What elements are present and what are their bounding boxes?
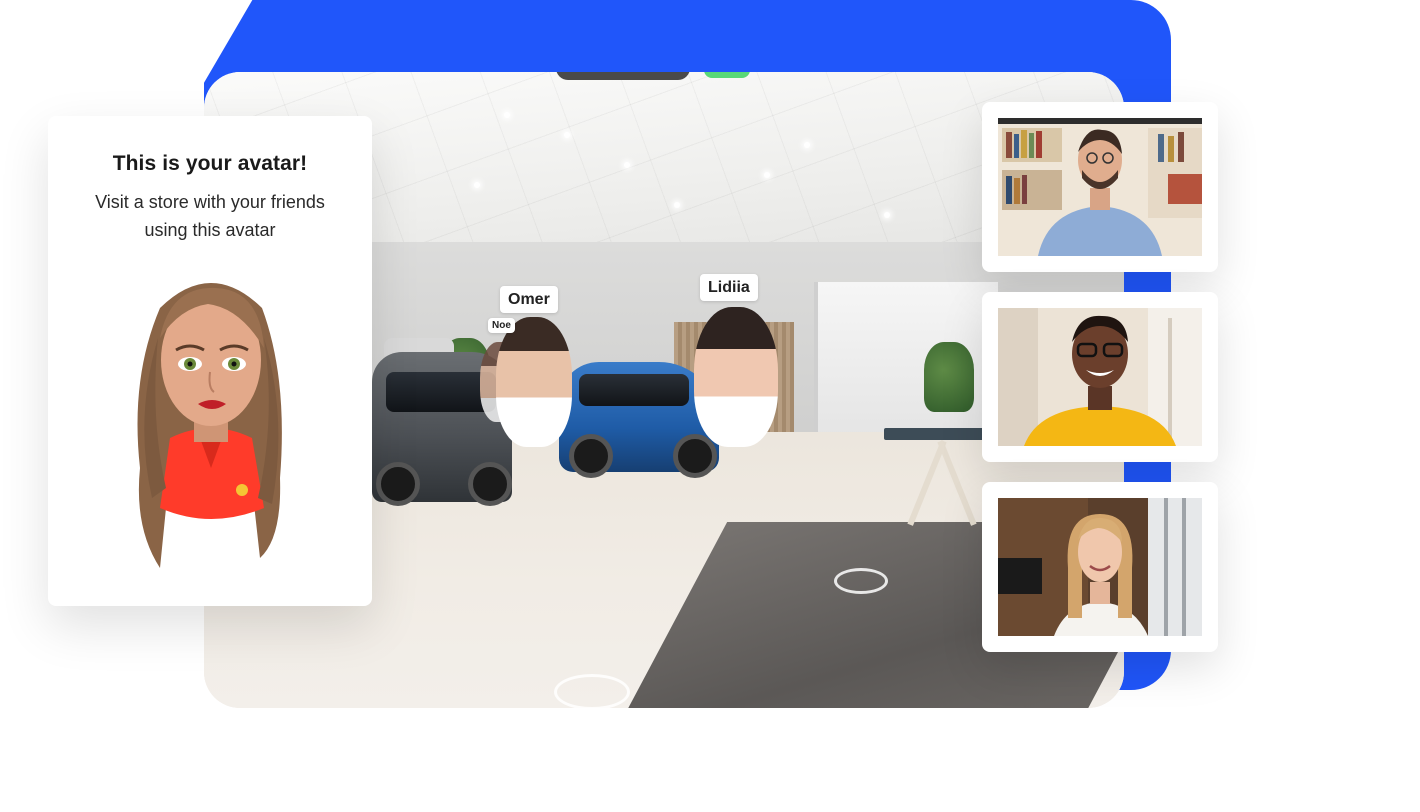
ceiling-light [674,202,680,208]
ceiling-light [474,182,480,188]
teleport-marker[interactable] [834,568,888,594]
avatar-card: This is your avatar! Visit a store with … [48,116,372,606]
name-tag: Omer [500,286,558,313]
scene-toolbar[interactable] [556,72,690,80]
video-tile[interactable] [982,482,1218,652]
ceiling-light [764,172,770,178]
name-tag: Lidiia [700,274,758,301]
avatar-card-title: This is your avatar! [112,152,308,175]
plant [924,342,974,412]
teleport-marker[interactable] [554,674,630,708]
ceiling-light [884,212,890,218]
ceiling-light [564,132,570,138]
participant-avatar[interactable] [694,307,778,447]
participant-2-video-icon[interactable] [998,308,1202,446]
video-tile[interactable] [982,292,1218,462]
name-tag: Noe [488,318,515,333]
participant-1-video-icon[interactable] [998,118,1202,256]
participant-avatar[interactable] [496,317,572,447]
status-indicator [704,72,750,78]
avatar-illustration [137,283,282,568]
participant-3-video-icon[interactable] [998,498,1202,636]
avatar-card-subtitle: Visit a store with your friends using th… [95,192,325,240]
ceiling-light [624,162,630,168]
video-tile[interactable] [982,102,1218,272]
ceiling-light [804,142,810,148]
ceiling-light [504,112,510,118]
